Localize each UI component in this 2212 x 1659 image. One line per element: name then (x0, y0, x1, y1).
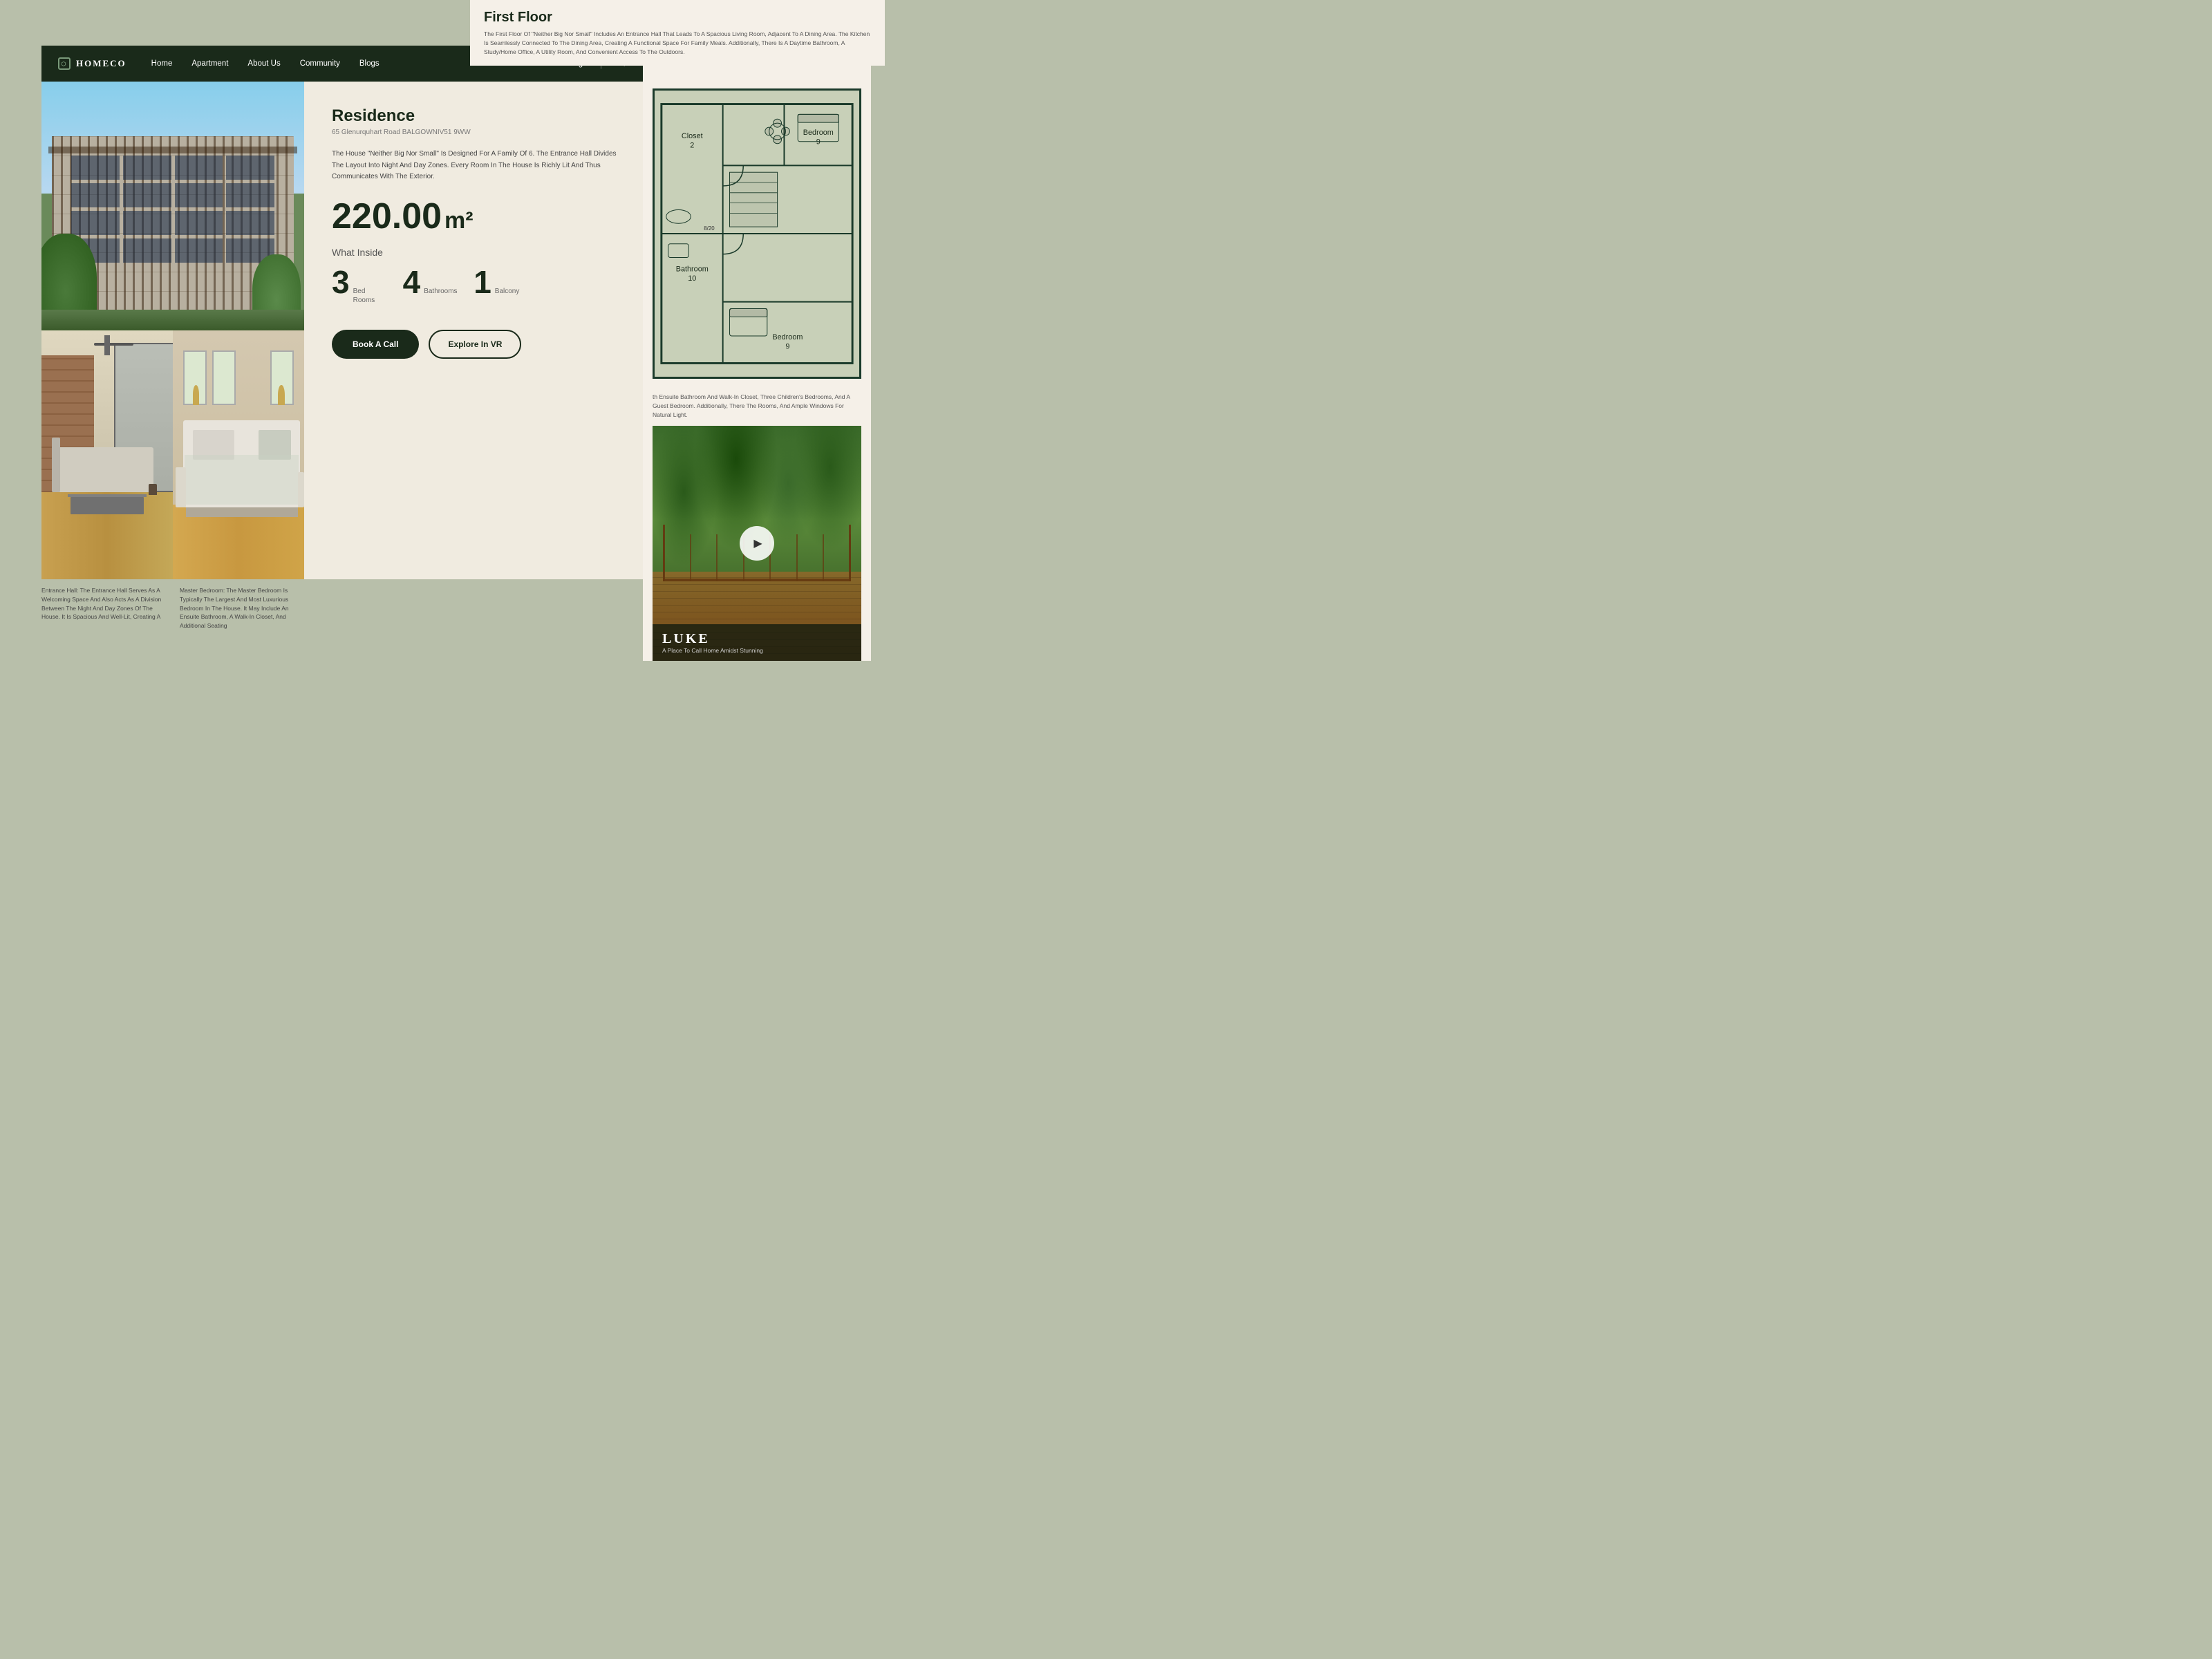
bedroom-photo (173, 330, 304, 579)
nav-blogs[interactable]: Blogs (359, 59, 379, 68)
explore-vr-button[interactable]: Explore In VR (429, 330, 521, 359)
play-button[interactable]: ▶ (740, 526, 774, 561)
living-room-photo (41, 330, 173, 579)
residence-address: 65 Glenurquhart Road BALGOWNIV51 9WW (332, 129, 618, 136)
book-call-button[interactable]: Book A Call (332, 330, 419, 359)
video-subtitle: A Place To Call Home Amidst Stunning (662, 647, 852, 654)
nav-community[interactable]: Community (300, 59, 340, 68)
residence-description: The House "Neither Big Nor Small" Is Des… (332, 149, 618, 183)
feature-bedrooms: 3 Bed Rooms (332, 266, 386, 305)
first-floor-title: First Floor (484, 10, 871, 26)
svg-text:9: 9 (785, 343, 789, 351)
building-photo (41, 82, 304, 330)
features-row: 3 Bed Rooms 4 Bathrooms 1 Balcony (332, 266, 618, 305)
entrance-hall-caption: Entrance Hall: The Entrance Hall Serves … (41, 586, 166, 621)
info-panel: Residence 65 Glenurquhart Road BALGOWNIV… (304, 82, 643, 579)
floor-plan-container: Closet 2 Bedroom 9 Bathroom 10 Bedroom 9 (653, 88, 861, 379)
residence-title: Residence (332, 106, 618, 126)
video-brand: LUKE (662, 631, 852, 647)
svg-text:Closet: Closet (682, 132, 703, 140)
nav-about[interactable]: About Us (247, 59, 280, 68)
nav-apartment[interactable]: Apartment (191, 59, 228, 68)
svg-text:10: 10 (688, 274, 696, 283)
feature-balcony: 1 Balcony (474, 266, 519, 298)
svg-text:9: 9 (816, 138, 821, 147)
exterior-video-wrapper: ▶ LUKE A Place To Call Home Amidst Stunn… (653, 426, 861, 661)
master-bedroom-caption: Master Bedroom: The Master Bedroom Is Ty… (180, 586, 297, 630)
second-floor-description: th Ensuite Bathroom And Walk-In Closet, … (643, 386, 871, 426)
logo: ⬡ HOMECO (58, 57, 126, 70)
svg-text:Bathroom: Bathroom (676, 265, 709, 273)
floor-plan-wrapper: Closet 2 Bedroom 9 Bathroom 10 Bedroom 9 (643, 82, 871, 386)
svg-text:2: 2 (690, 142, 694, 150)
svg-text:Bedroom: Bedroom (772, 333, 803, 341)
area-display: 220.00 m² (332, 198, 618, 234)
svg-text:Bedroom: Bedroom (803, 129, 834, 137)
action-buttons: Book A Call Explore In VR (332, 330, 618, 359)
what-inside-label: What Inside (332, 247, 618, 258)
first-floor-description: The First Floor Of "Neither Big Nor Smal… (484, 30, 871, 56)
logo-icon: ⬡ (58, 57, 71, 70)
feature-bathrooms: 4 Bathrooms (403, 266, 458, 298)
svg-text:8/20: 8/20 (704, 225, 715, 232)
nav-home[interactable]: Home (151, 59, 173, 68)
